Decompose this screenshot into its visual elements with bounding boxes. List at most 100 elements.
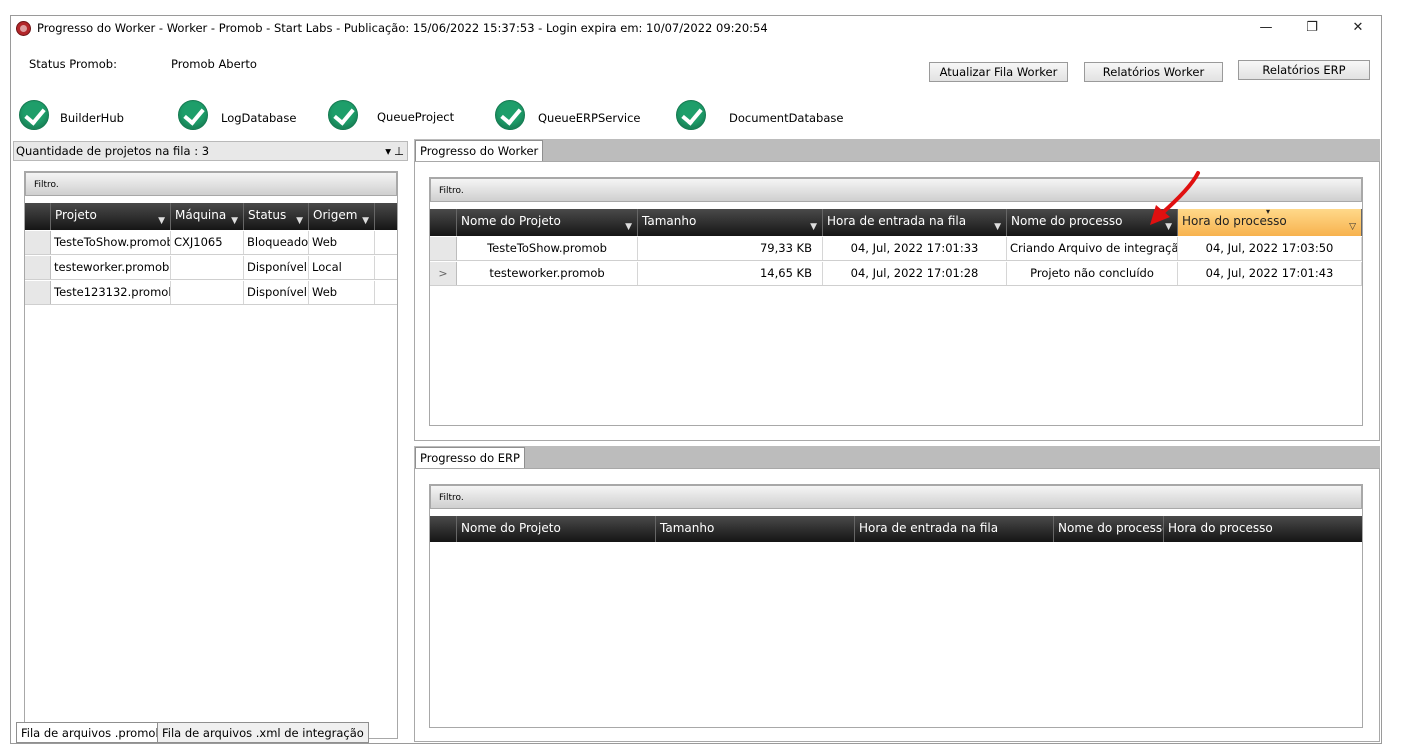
cell-nome-projeto: TesteToShow.promob: [457, 237, 638, 260]
filter-icon[interactable]: ▼: [625, 215, 632, 236]
erp-col-hora-entrada[interactable]: Hora de entrada na fila: [855, 516, 1054, 542]
title-bar: Progresso do Worker - Worker - Promob - …: [11, 16, 1381, 42]
col-nome-processo-label: Nome do processo: [1011, 214, 1123, 228]
erp-col-hora-processo[interactable]: Hora do processo: [1164, 516, 1362, 542]
current-row-indicator[interactable]: >: [430, 262, 457, 285]
service-builderhub: BuilderHub: [60, 111, 124, 125]
cell-hora-processo: 04, Jul, 2022 17:01:43: [1178, 262, 1362, 285]
col-projeto-label: Projeto: [55, 208, 97, 222]
red-arrow-icon: [1150, 171, 1200, 225]
erp-col-tamanho[interactable]: Tamanho: [656, 516, 855, 542]
filter-icon[interactable]: ▽: [1349, 215, 1356, 236]
dropdown-arrow-icon[interactable]: ▾: [385, 142, 391, 160]
cell-origem: Web: [309, 281, 375, 304]
builderhub-check-icon: [19, 100, 49, 130]
status-promob-label: Status Promob:: [29, 57, 117, 71]
col-hora-entrada[interactable]: Hora de entrada na fila ▼: [823, 209, 1007, 236]
logdatabase-check-icon: [178, 100, 208, 130]
status-promob-value: Promob Aberto: [171, 57, 257, 71]
cell-status: Disponível: [244, 256, 309, 279]
queueerpservice-check-icon: [495, 100, 525, 130]
maximize-button[interactable]: ❐: [1289, 16, 1335, 40]
cell-origem: Local: [309, 256, 375, 279]
left-grid-header: Projeto ▼ Máquina ▼ Status ▼ Origem ▼: [25, 203, 397, 230]
filter-icon[interactable]: ▼: [158, 209, 165, 230]
row-header[interactable]: [430, 237, 457, 260]
cell-hora-entrada: 04, Jul, 2022 17:01:33: [823, 237, 1007, 260]
cell-maquina: [171, 281, 244, 304]
worker-tab-strip: [414, 139, 1380, 161]
cell-tamanho: 79,33 KB: [638, 237, 823, 260]
cell-hora-entrada: 04, Jul, 2022 17:01:28: [823, 262, 1007, 285]
cell-tamanho: 14,65 KB: [638, 262, 823, 285]
cell-nome-processo: Projeto não concluído: [1007, 262, 1178, 285]
col-maquina[interactable]: Máquina ▼: [171, 203, 244, 230]
col-tamanho[interactable]: Tamanho ▼: [638, 209, 823, 236]
col-tamanho-label: Tamanho: [642, 214, 697, 228]
project-queue-grid: Filtro. Projeto ▼ Máquina ▼ Status ▼ Origem…: [24, 171, 398, 739]
filter-icon[interactable]: ▼: [231, 209, 238, 230]
col-status-label: Status: [248, 208, 287, 222]
filter-icon[interactable]: ▼: [810, 215, 817, 236]
cell-status: Bloqueado: [244, 231, 309, 254]
row-header[interactable]: [25, 256, 51, 279]
left-filter-bar[interactable]: Filtro.: [25, 172, 397, 196]
erp-row-header-corner: [430, 516, 457, 542]
queueproject-check-icon: [328, 100, 358, 130]
close-button[interactable]: ✕: [1335, 16, 1381, 40]
erp-filter-bar[interactable]: Filtro.: [430, 485, 1362, 509]
erp-grid-header: Nome do Projeto Tamanho Hora de entrada …: [430, 516, 1362, 542]
tab-promob-queue[interactable]: Fila de arquivos .promob: [16, 722, 168, 743]
filter-icon[interactable]: ▼: [994, 215, 1001, 236]
cell-hora-processo: 04, Jul, 2022 17:03:50: [1178, 237, 1362, 260]
tab-worker-progress[interactable]: Progresso do Worker: [415, 140, 544, 161]
table-row[interactable]: TesteToShow.promob 79,33 KB 04, Jul, 202…: [430, 237, 1362, 261]
service-queueproject: QueueProject: [377, 110, 455, 124]
col-origem[interactable]: Origem ▼: [309, 203, 375, 230]
queue-count-label: Quantidade de projetos na fila : 3: [16, 144, 210, 158]
documentdatabase-check-icon: [676, 100, 706, 130]
worker-reports-button[interactable]: Relatórios Worker: [1084, 62, 1223, 82]
erp-reports-button[interactable]: Relatórios ERP: [1238, 60, 1370, 80]
sort-descending-icon: ▾: [1266, 209, 1271, 216]
cell-nome-processo: Criando Arquivo de integração: [1007, 237, 1178, 260]
erp-col-nome-projeto[interactable]: Nome do Projeto: [457, 516, 656, 542]
cell-projeto: TesteToShow.promob: [51, 231, 171, 254]
queue-count-header: Quantidade de projetos na fila : 3 ▾ ⊥: [13, 141, 408, 161]
filter-icon[interactable]: ▼: [362, 209, 369, 230]
window-title: Progresso do Worker - Worker - Promob - …: [37, 21, 768, 35]
filter-icon[interactable]: ▼: [296, 209, 303, 230]
cell-status: Disponível: [244, 281, 309, 304]
update-worker-queue-button[interactable]: Atualizar Fila Worker: [929, 62, 1068, 82]
minimize-button[interactable]: —: [1243, 16, 1289, 40]
tab-xml-queue[interactable]: Fila de arquivos .xml de integração: [157, 722, 369, 743]
table-row[interactable]: testeworker.promob Disponível Local: [25, 256, 397, 280]
pin-icon[interactable]: ⊥: [394, 142, 404, 160]
table-row[interactable]: TesteToShow.promob CXJ1065 Bloqueado Web: [25, 231, 397, 255]
worker-filter-bar[interactable]: Filtro.: [430, 178, 1362, 202]
service-queueerpservice: QueueERPService: [538, 111, 641, 125]
col-projeto[interactable]: Projeto ▼: [51, 203, 171, 230]
col-nome-projeto-label: Nome do Projeto: [461, 214, 561, 228]
col-origem-label: Origem: [313, 208, 358, 222]
worker-row-header-corner: [430, 209, 457, 236]
erp-col-nome-processo[interactable]: Nome do processo: [1054, 516, 1164, 542]
row-header[interactable]: [25, 281, 51, 304]
tab-erp-progress[interactable]: Progresso do ERP: [415, 447, 525, 468]
table-row[interactable]: Teste123132.promob Disponível Web: [25, 281, 397, 305]
cell-maquina: CXJ1065: [171, 231, 244, 254]
col-hora-entrada-label: Hora de entrada na fila: [827, 214, 967, 228]
service-logdatabase: LogDatabase: [221, 111, 297, 125]
worker-grid-header: Nome do Projeto ▼ Tamanho ▼ Hora de entrad…: [430, 209, 1362, 236]
erp-tab-strip: [414, 446, 1380, 468]
row-header[interactable]: [25, 231, 51, 254]
table-row[interactable]: > testeworker.promob 14,65 KB 04, Jul, 2…: [430, 262, 1362, 286]
app-window: Progresso do Worker - Worker - Promob - …: [10, 15, 1382, 744]
col-nome-projeto[interactable]: Nome do Projeto ▼: [457, 209, 638, 236]
worker-progress-grid: Filtro. Nome do Projeto ▼ Tamanho ▼ Hora d…: [429, 177, 1363, 426]
cell-origem: Web: [309, 231, 375, 254]
cell-nome-projeto: testeworker.promob: [457, 262, 638, 285]
app-logo-icon: [16, 21, 31, 36]
cell-maquina: [171, 256, 244, 279]
col-status[interactable]: Status ▼: [244, 203, 309, 230]
